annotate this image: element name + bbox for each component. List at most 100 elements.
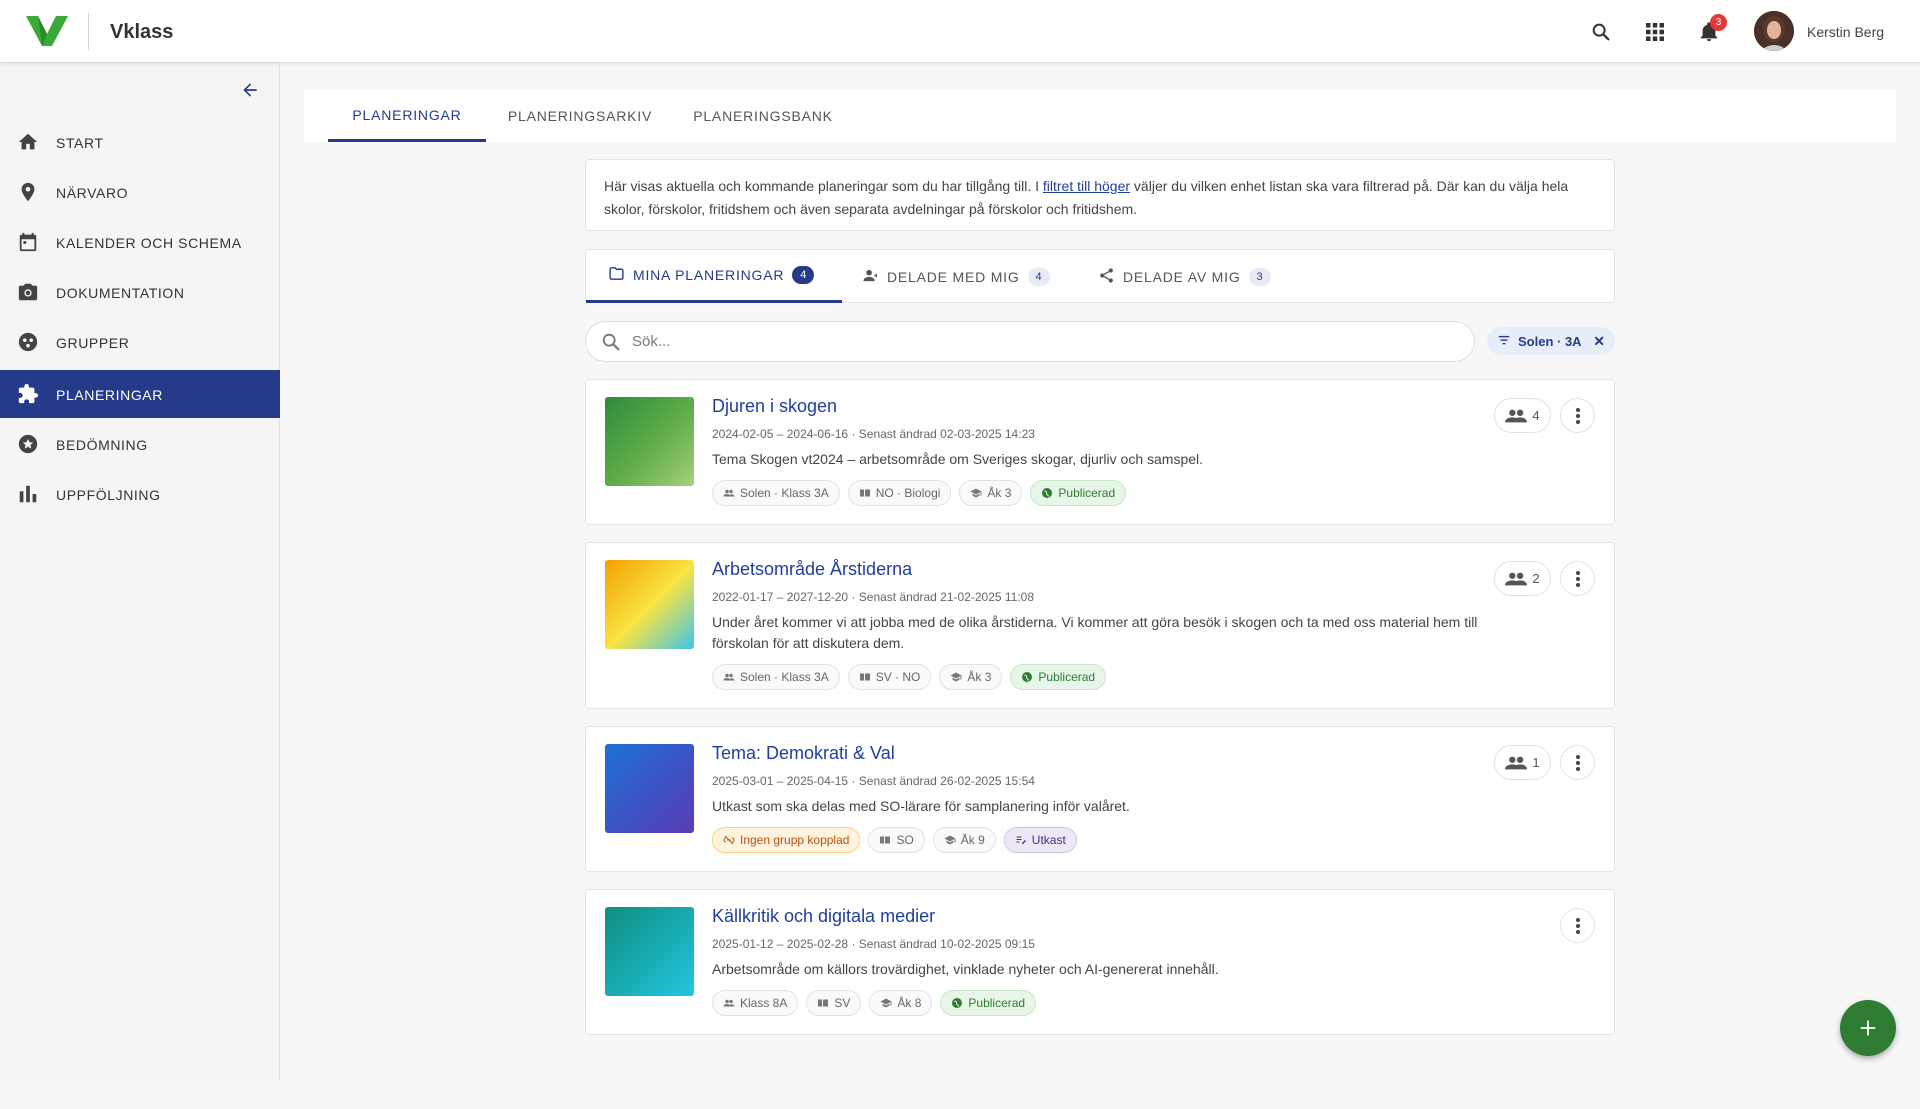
tab-planeringsarkiv[interactable]: PLANERINGSARKIV <box>486 90 674 142</box>
planning-title[interactable]: Arbetsområde Årstiderna <box>712 559 912 580</box>
sidebar-item-planeringar[interactable]: PLANERINGAR <box>0 370 280 418</box>
sidebar-item-bedomning[interactable]: BEDÖMNING <box>0 420 280 468</box>
planning-description: Arbetsområde om källors trovärdighet, vi… <box>712 961 1219 977</box>
sidebar-item-narvaro[interactable]: NÄRVARO <box>0 168 280 216</box>
groups-icon <box>16 330 40 354</box>
sidebar-item-grupper[interactable]: GRUPPER <box>0 318 280 366</box>
book-icon <box>859 489 870 497</box>
camera-icon <box>16 280 40 304</box>
members-count: 2 <box>1532 571 1540 586</box>
subject-tag: NO · Biologi <box>847 480 952 506</box>
planning-card[interactable]: Källkritik och digitala medier 2025-01-1… <box>585 889 1615 1035</box>
planning-card[interactable]: Djuren i skogen 2024-02-05 – 2024-06-16 … <box>585 379 1615 525</box>
tab-label: DELADE MED MIG <box>887 268 1020 285</box>
avatar[interactable] <box>1754 11 1794 51</box>
app-name: Vklass <box>110 21 174 43</box>
book-icon <box>859 673 870 681</box>
group-tag: Solen · Klass 3A <box>712 480 840 506</box>
planning-dates: 2022-01-17 – 2027-12-20 · Senast ändrad … <box>712 590 1035 604</box>
tab-mina-planeringar[interactable]: MINA PLANERINGAR 4 <box>586 250 842 303</box>
globe-icon <box>1022 672 1033 682</box>
graduation-cap-icon <box>880 998 892 1008</box>
tab-label: MINA PLANERINGAR <box>633 267 785 283</box>
plus-icon <box>1860 1020 1876 1036</box>
tab-delade-av-mig[interactable]: DELADE AV MIG 3 <box>1098 250 1271 303</box>
planning-thumbnail[interactable] <box>605 397 694 486</box>
link-off-icon <box>723 835 735 845</box>
planning-dates: 2025-01-12 – 2025-02-28 · Senast ändrad … <box>712 937 1035 951</box>
status-badge: Utkast <box>1003 827 1077 853</box>
planning-card[interactable]: Tema: Demokrati & Val 2025-03-01 – 2025-… <box>585 726 1615 872</box>
sidebar-item-uppfoljning[interactable]: UPPFÖLJNING <box>0 470 280 518</box>
sidebar-item-label: NÄRVARO <box>56 185 129 201</box>
app-header: Vklass 3 Kerstin Berg <box>0 0 1920 63</box>
tab-delade-med-mig[interactable]: DELADE MED MIG 4 <box>862 250 1050 303</box>
user-name[interactable]: Kerstin Berg <box>1807 24 1884 40</box>
more-options-icon[interactable] <box>1560 398 1595 433</box>
draft-edit-icon <box>1016 836 1026 844</box>
members-count: 4 <box>1532 408 1540 423</box>
planning-thumbnail[interactable] <box>605 907 694 996</box>
search-icon[interactable] <box>1587 18 1615 46</box>
planning-description: Under året kommer vi att jobba med de ol… <box>712 614 1478 651</box>
folder-icon <box>608 265 625 285</box>
groups-icon <box>723 489 735 497</box>
planning-thumbnail[interactable] <box>605 744 694 833</box>
planning-title[interactable]: Källkritik och digitala medier <box>712 906 935 927</box>
location-pin-icon <box>16 180 40 204</box>
more-options-icon[interactable] <box>1560 745 1595 780</box>
group-tag: Solen · Klass 3A <box>712 664 840 690</box>
info-message: Här visas aktuella och kommande planerin… <box>585 159 1615 231</box>
sidebar-item-label: UPPFÖLJNING <box>56 487 161 503</box>
planning-title[interactable]: Djuren i skogen <box>712 396 837 417</box>
graduation-cap-icon <box>944 835 956 845</box>
collapse-sidebar-arrow-icon[interactable] <box>236 76 264 104</box>
search-input[interactable] <box>632 322 1452 361</box>
unit-filter-chip[interactable]: Solen · 3A ✕ <box>1487 327 1615 355</box>
status-badge: Publicerad <box>940 990 1037 1016</box>
sidebar: START NÄRVARO KALENDER OCH SCHEMA DOKUME… <box>0 63 280 1081</box>
planning-tags: Klass 8A SV Åk 8 Publicerad <box>712 990 1037 1016</box>
tab-planeringar[interactable]: PLANERINGAR <box>328 90 486 142</box>
globe-icon <box>1042 488 1053 498</box>
grade-tag: Åk 8 <box>869 990 933 1016</box>
planning-thumbnail[interactable] <box>605 560 694 649</box>
sidebar-item-start[interactable]: START <box>0 118 280 166</box>
filter-label: Solen · 3A <box>1518 333 1582 349</box>
sidebar-item-kalender[interactable]: KALENDER OCH SCHEMA <box>0 218 280 266</box>
notifications-bell-icon[interactable]: 3 <box>1695 14 1727 46</box>
people-icon <box>1505 572 1528 585</box>
logo-divider <box>88 12 89 50</box>
sidebar-item-dokumentation[interactable]: DOKUMENTATION <box>0 268 280 316</box>
apps-grid-icon[interactable] <box>1641 18 1669 46</box>
planning-tabs: PLANERINGAR PLANERINGSARKIV PLANERINGSBA… <box>304 90 1896 142</box>
group-tag: Klass 8A <box>712 990 799 1016</box>
members-count: 1 <box>1532 755 1540 770</box>
vklass-logo[interactable] <box>24 14 70 48</box>
more-options-icon[interactable] <box>1560 908 1595 943</box>
planning-description: Tema Skogen vt2024 – arbetsområde om Sve… <box>712 451 1204 467</box>
filter-link[interactable]: filtret till höger <box>1043 178 1130 194</box>
planning-card[interactable]: Arbetsområde Årstiderna 2022-01-17 – 202… <box>585 542 1615 709</box>
subject-tag: SV <box>806 990 862 1016</box>
graduation-cap-icon <box>970 488 982 498</box>
planning-dates: 2025-03-01 – 2025-04-15 · Senast ändrad … <box>712 774 1035 788</box>
shared-members-button[interactable]: 1 <box>1494 745 1551 780</box>
subject-tag: SV · NO <box>847 664 932 690</box>
shared-members-button[interactable]: 4 <box>1494 398 1551 433</box>
shared-members-button[interactable]: 2 <box>1494 561 1551 596</box>
person-shared-icon <box>862 267 879 287</box>
people-icon <box>1505 756 1528 769</box>
no-group-warning-tag: Ingen grupp kopplad <box>712 827 861 853</box>
clear-filter-icon[interactable]: ✕ <box>1593 333 1605 350</box>
add-planning-button[interactable] <box>1840 1000 1896 1056</box>
search-bar <box>585 321 1475 362</box>
more-options-icon[interactable] <box>1560 561 1595 596</box>
info-text-before: Här visas aktuella och kommande planerin… <box>604 178 1043 194</box>
page-bottom <box>0 1081 1920 1109</box>
sidebar-item-label: BEDÖMNING <box>56 437 148 453</box>
planning-title[interactable]: Tema: Demokrati & Val <box>712 743 895 764</box>
subject-tag: SO <box>868 827 925 853</box>
tab-planeringsbank[interactable]: PLANERINGSBANK <box>674 90 852 142</box>
grade-tag: Åk 3 <box>939 664 1003 690</box>
